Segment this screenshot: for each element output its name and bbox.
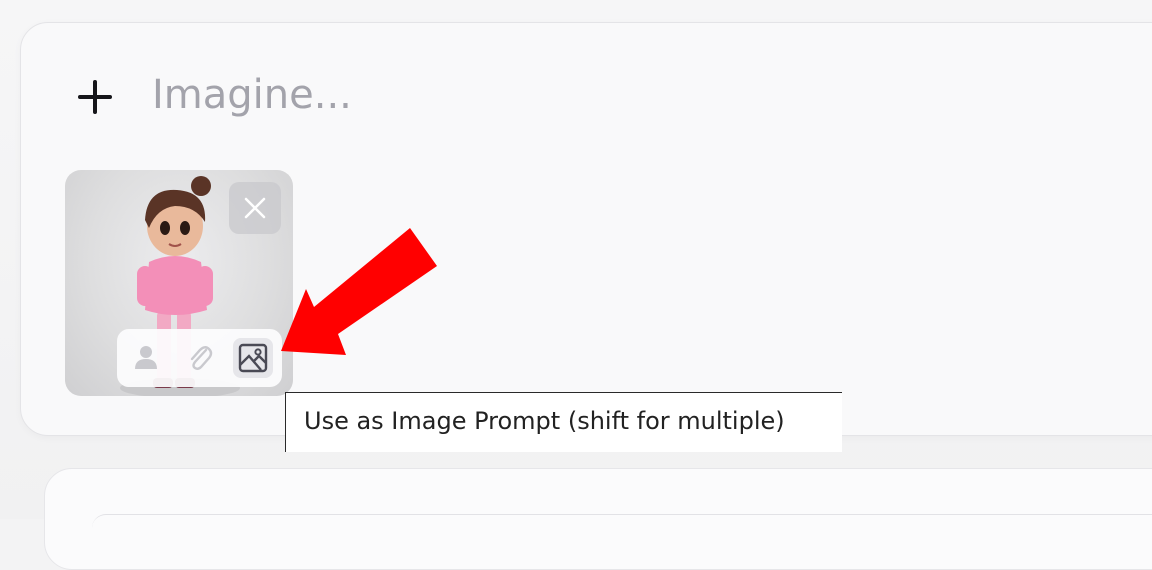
tooltip: Use as Image Prompt (shift for multiple): [285, 392, 842, 452]
character-reference-button[interactable]: [126, 338, 166, 378]
tooltip-text: Use as Image Prompt (shift for multiple): [304, 407, 785, 435]
lower-card-inner: [92, 514, 1152, 555]
image-prompt-icon: [238, 343, 268, 373]
attach-button[interactable]: [180, 338, 220, 378]
image-action-toolbar: [117, 329, 282, 387]
person-icon: [135, 346, 157, 369]
image-prompt-button[interactable]: [233, 338, 273, 378]
remove-image-button[interactable]: [229, 182, 281, 234]
paperclip-icon: [190, 346, 213, 370]
close-icon: [244, 197, 266, 219]
add-button[interactable]: [76, 78, 116, 118]
prompt-input[interactable]: [150, 66, 1054, 124]
